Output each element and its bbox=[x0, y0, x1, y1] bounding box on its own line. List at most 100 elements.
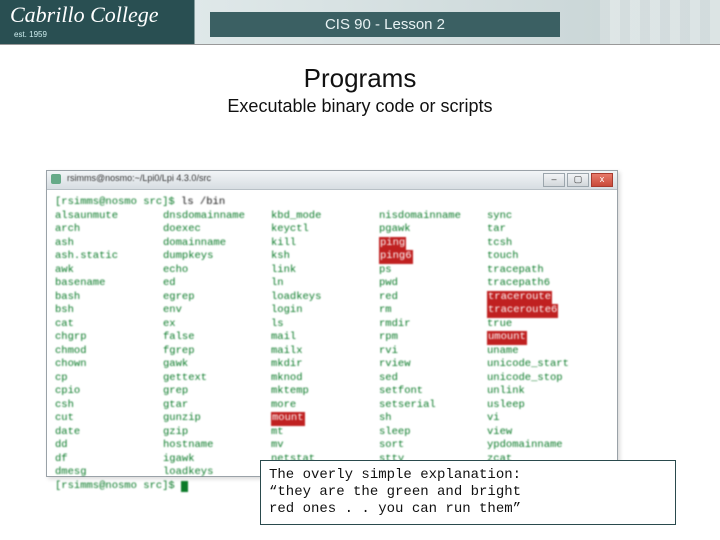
ls-entry: cat bbox=[55, 318, 163, 332]
window-title: rsimms@nosmo:~/Lpi0/Lpi 4.3.0/src bbox=[67, 173, 211, 183]
ls-entry: tracepath bbox=[487, 264, 595, 278]
ls-entry: rm bbox=[379, 304, 487, 318]
ls-entry: rvi bbox=[379, 345, 487, 359]
ls-entry: df bbox=[55, 453, 163, 467]
ls-entry: mailx bbox=[271, 345, 379, 359]
ls-entry: mount bbox=[271, 412, 379, 426]
ls-entry: setfont bbox=[379, 385, 487, 399]
ls-entry: sort bbox=[379, 439, 487, 453]
ls-entry: rmdir bbox=[379, 318, 487, 332]
app-icon bbox=[51, 174, 61, 184]
minimize-button[interactable]: – bbox=[543, 173, 565, 187]
ls-entry: umount bbox=[487, 331, 595, 345]
ls-entry: igawk bbox=[163, 453, 271, 467]
college-logo: Cabrillo College bbox=[10, 2, 159, 28]
ls-entry: basename bbox=[55, 277, 163, 291]
ls-entry: setserial bbox=[379, 399, 487, 413]
ls-entry: uname bbox=[487, 345, 595, 359]
ls-entry: unicode_stop bbox=[487, 372, 595, 386]
ls-entry: egrep bbox=[163, 291, 271, 305]
ls-entry: pwd bbox=[379, 277, 487, 291]
ls-entry: mv bbox=[271, 439, 379, 453]
ls-entry: traceroute6 bbox=[487, 304, 595, 318]
ls-entry: ksh bbox=[271, 250, 379, 264]
ls-entry: chown bbox=[55, 358, 163, 372]
ls-entry: ping6 bbox=[379, 250, 487, 264]
ls-output: alsaunmutearchashash.staticawkbasenameba… bbox=[55, 210, 609, 480]
ls-entry: dd bbox=[55, 439, 163, 453]
ls-entry: csh bbox=[55, 399, 163, 413]
ls-entry: traceroute bbox=[487, 291, 595, 305]
ls-entry: gunzip bbox=[163, 412, 271, 426]
ls-entry: sh bbox=[379, 412, 487, 426]
cursor bbox=[181, 481, 188, 492]
ls-entry: awk bbox=[55, 264, 163, 278]
ls-entry: sed bbox=[379, 372, 487, 386]
ls-entry: chgrp bbox=[55, 331, 163, 345]
ls-entry: mktemp bbox=[271, 385, 379, 399]
ls-entry: cut bbox=[55, 412, 163, 426]
ls-entry: ln bbox=[271, 277, 379, 291]
ls-entry: kbd_mode bbox=[271, 210, 379, 224]
ls-entry: domainname bbox=[163, 237, 271, 251]
ls-entry: keyctl bbox=[271, 223, 379, 237]
ls-entry: gettext bbox=[163, 372, 271, 386]
close-button[interactable]: x bbox=[591, 173, 613, 187]
ls-entry: hostname bbox=[163, 439, 271, 453]
ls-entry: mt bbox=[271, 426, 379, 440]
ls-entry: ex bbox=[163, 318, 271, 332]
ls-entry: mkdir bbox=[271, 358, 379, 372]
ls-entry: gzip bbox=[163, 426, 271, 440]
ls-entry: cpio bbox=[55, 385, 163, 399]
terminal-body[interactable]: [rsimms@nosmo src]$ ls /bin alsaunmutear… bbox=[47, 190, 617, 499]
window-controls: – ▢ x bbox=[543, 173, 613, 187]
ls-entry: tcsh bbox=[487, 237, 595, 251]
prompt: [rsimms@nosmo src]$ bbox=[55, 480, 181, 492]
window-titlebar: rsimms@nosmo:~/Lpi0/Lpi 4.3.0/src – ▢ x bbox=[47, 171, 617, 190]
ls-entry: chmod bbox=[55, 345, 163, 359]
established-text: est. 1959 bbox=[14, 30, 47, 39]
ls-entry: env bbox=[163, 304, 271, 318]
ls-entry: red bbox=[379, 291, 487, 305]
ls-entry: ed bbox=[163, 277, 271, 291]
ls-column: synctartcshtouchtracepathtracepath6trace… bbox=[487, 210, 595, 480]
ls-entry: link bbox=[271, 264, 379, 278]
caption-box: The overly simple explanation: “they are… bbox=[260, 460, 676, 525]
ls-entry: tracepath6 bbox=[487, 277, 595, 291]
ls-entry: vi bbox=[487, 412, 595, 426]
ls-column: kbd_modekeyctlkillkshlinklnloadkeyslogin… bbox=[271, 210, 379, 480]
ls-entry: gtar bbox=[163, 399, 271, 413]
banner-decor bbox=[600, 0, 720, 44]
command-text: ls /bin bbox=[181, 196, 225, 208]
ls-column: dnsdomainnamedoexecdomainnamedumpkeysech… bbox=[163, 210, 271, 480]
ls-entry: view bbox=[487, 426, 595, 440]
ls-entry: dnsdomainname bbox=[163, 210, 271, 224]
ls-column: nisdomainnamepgawkpingping6pspwdredrmrmd… bbox=[379, 210, 487, 480]
ls-entry: ash.static bbox=[55, 250, 163, 264]
caption-line: The overly simple explanation: bbox=[269, 467, 667, 484]
page-title: Programs bbox=[0, 63, 720, 94]
maximize-button[interactable]: ▢ bbox=[567, 173, 589, 187]
ls-entry: date bbox=[55, 426, 163, 440]
ls-entry: ash bbox=[55, 237, 163, 251]
ls-entry: loadkeys bbox=[163, 466, 271, 480]
ls-entry: mknod bbox=[271, 372, 379, 386]
ls-entry: dumpkeys bbox=[163, 250, 271, 264]
ls-entry: gawk bbox=[163, 358, 271, 372]
ls-entry: touch bbox=[487, 250, 595, 264]
ls-entry: sync bbox=[487, 210, 595, 224]
prompt: [rsimms@nosmo src]$ bbox=[55, 196, 181, 208]
page-subtitle: Executable binary code or scripts bbox=[0, 96, 720, 117]
ls-entry: bash bbox=[55, 291, 163, 305]
caption-line: red ones . . you can run them” bbox=[269, 501, 667, 518]
ls-entry: rpm bbox=[379, 331, 487, 345]
ls-entry: ping bbox=[379, 237, 487, 251]
terminal-window: rsimms@nosmo:~/Lpi0/Lpi 4.3.0/src – ▢ x … bbox=[46, 170, 618, 477]
ls-entry: sleep bbox=[379, 426, 487, 440]
ls-entry: loadkeys bbox=[271, 291, 379, 305]
caption-line: “they are the green and bright bbox=[269, 484, 667, 501]
ls-entry: more bbox=[271, 399, 379, 413]
ls-entry: false bbox=[163, 331, 271, 345]
banner: Cabrillo College est. 1959 CIS 90 - Less… bbox=[0, 0, 720, 45]
ls-entry: login bbox=[271, 304, 379, 318]
